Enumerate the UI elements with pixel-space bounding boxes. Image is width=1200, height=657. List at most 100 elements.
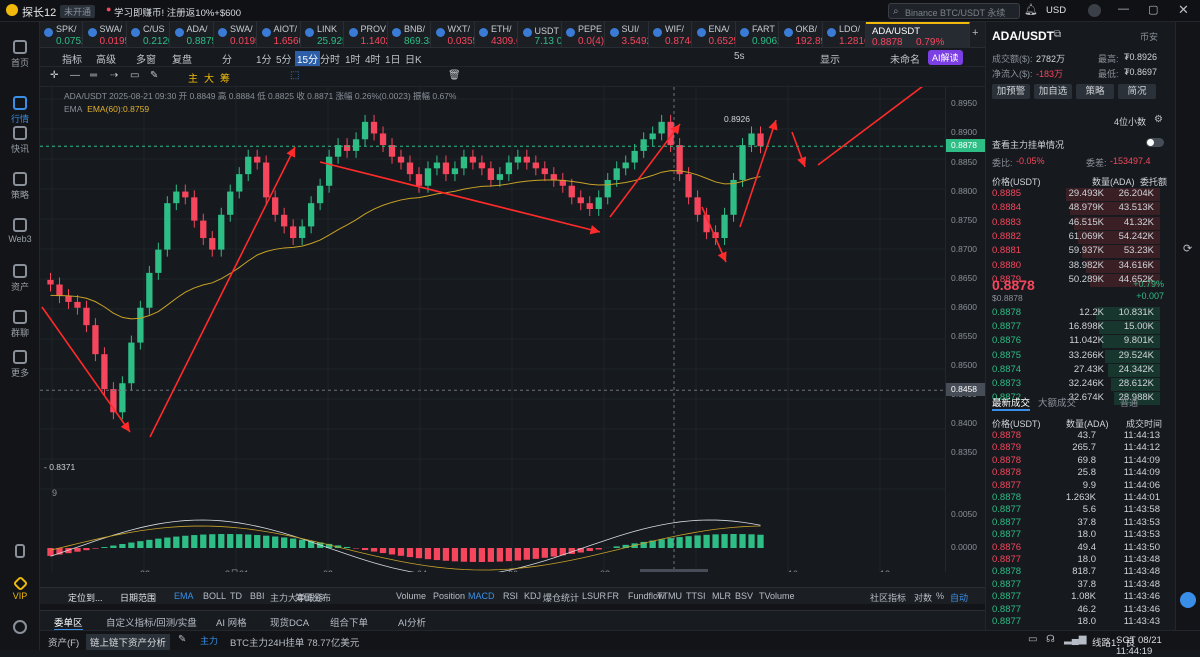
currency-select[interactable]: USD [1046,5,1066,16]
main-force-toggle[interactable] [1146,138,1164,147]
rectangle-icon[interactable]: ▭ [130,70,139,81]
orderbook-row[interactable]: 0.887611.042K9.801K [992,335,1154,348]
indicator-3[interactable]: BOLL [203,591,226,601]
strategy-button[interactable]: 策略 [1076,84,1114,99]
bottom-tab-4[interactable]: 组合下单 [330,615,368,629]
tf-15m[interactable]: 15分 [295,51,320,66]
trade-tab-latest[interactable]: 最新成交 [992,395,1030,411]
nav-market[interactable]: 行情 [0,96,40,125]
active-ticker[interactable]: ADA/USDT0.88780.79% [866,22,970,48]
nav-home[interactable]: 首页 [0,40,40,69]
indicator-4[interactable]: TD [230,591,242,601]
tf-5s[interactable]: 5s [734,51,745,62]
nav-phone[interactable] [0,544,40,560]
indicator-22[interactable]: 社区指标 [870,591,906,604]
indicator-14[interactable]: LSUR [582,591,606,601]
edit-icon[interactable]: ✎ [178,634,186,645]
add-alert-button[interactable]: 加预警 [992,84,1030,99]
indicator-button[interactable]: 指标 [62,51,82,66]
indicator-8[interactable]: Volume [396,591,426,601]
ticker-item[interactable]: USDT 场外7.13 0.00% [519,22,562,48]
select-icon[interactable]: ⬚ [290,70,299,81]
close-icon[interactable]: ✕ [1178,2,1189,18]
orderbook-row[interactable]: 0.888159.937K53.23K [992,245,1154,258]
ai-interpret-button[interactable]: AI解读 [928,50,963,65]
orderbook-row[interactable]: 0.887533.266K29.524K [992,350,1154,363]
indicator-24[interactable]: % [936,591,944,601]
maximize-icon[interactable]: ▢ [1148,3,1158,16]
indicator-0[interactable]: 定位到... [68,591,103,604]
tf-1h[interactable]: 1时 [345,51,361,66]
indicator-20[interactable]: BSV [735,591,753,601]
ray-icon[interactable]: ⇢ [110,70,118,81]
exchange-name[interactable]: 币安 [1140,30,1158,43]
orderbook-row[interactable]: 0.887812.2K10.831K [992,307,1154,320]
search-input[interactable]: ⌕ Binance BTC/USDT 永续 [888,3,1020,19]
indicator-23[interactable]: 对数 [914,591,932,604]
overview-button[interactable]: 简况 [1118,84,1156,99]
ticker-item[interactable]: WIF/0.8744 [649,22,692,48]
tf-5m[interactable]: 5分 [276,51,292,66]
promo-link[interactable]: 学习即赚币! 注册返10%+$600 [114,5,241,19]
nav-more[interactable]: 更多 [0,350,40,379]
orderbook-row[interactable]: 0.887716.898K15.00K [992,321,1154,334]
replay-button[interactable]: 复盘 [172,51,192,66]
tf-4h[interactable]: 4时 [365,51,381,66]
nav-strategy[interactable]: 策略 [0,172,40,201]
ticker-item[interactable]: SWA/0.01959 [84,22,127,48]
brush-icon[interactable]: ✎ [150,70,158,81]
indicator-18[interactable]: TTSI [686,591,706,601]
decimals-select[interactable]: 4位小数 [1114,115,1146,128]
ticker-item[interactable]: WXT/0.03551 [432,22,475,48]
indicator-1[interactable]: 日期范围 [120,591,156,604]
asset-label[interactable]: 资产(F) [48,635,79,649]
bottom-tab-3[interactable]: 现货DCA [270,615,309,629]
add-watchlist-button[interactable]: 加自选 [1034,84,1072,99]
ticker-item[interactable]: ADA/0.8875 [171,22,214,48]
indicator-17[interactable]: TTMU [657,591,682,601]
ticker-item[interactable]: PROV1.1402 [345,22,388,48]
orderbook-row[interactable]: 0.888261.069K54.242K [992,231,1154,244]
indicator-9[interactable]: Position [433,591,465,601]
bottom-tab-1[interactable]: 自定义指标/回测/实盘 [106,615,197,629]
screen-icon[interactable]: ▭ [1028,634,1037,645]
chart-svg[interactable]: 0.8926- 0.83719228月210204060810122025-08… [40,87,945,572]
large-order-button[interactable]: 大 [204,70,214,85]
price-scale[interactable]: 0.89500.89000.88500.88000.87500.87000.86… [945,87,985,572]
assistant-icon[interactable] [1180,592,1196,608]
orderbook-row[interactable]: 0.888529.493K26.204K [992,188,1154,201]
orderbook-row[interactable]: 0.888346.515K41.32K [992,217,1154,230]
indicator-12[interactable]: KDJ [524,591,541,601]
tf-1d[interactable]: 1日 [385,51,401,66]
bottom-tab-5[interactable]: AI分析 [398,615,426,629]
trade-filter-normal[interactable]: 普通 [1120,396,1138,409]
nav-assets[interactable]: 资产 [0,264,40,293]
copy-icon[interactable]: ⧉ [1054,29,1061,40]
crosshair-icon[interactable]: ✛ [50,70,58,81]
ticker-item[interactable]: OKB/192.89 [780,22,823,48]
bottom-tab-0[interactable]: 委单区 [54,615,83,631]
chip-button[interactable]: 筹 [220,70,230,85]
ticker-item[interactable]: LDO/1.2816 [823,22,866,48]
ticker-item[interactable]: ENA/0.6525 [693,22,736,48]
tf-1m[interactable]: 1分 [256,51,272,66]
trash-icon[interactable]: 🗑︎ [448,70,461,81]
advanced-button[interactable]: 高级 [96,51,116,66]
orderbook-row[interactable]: 0.888448.979K43.513K [992,202,1154,215]
orderbook-row[interactable]: 0.887332.246K28.612K [992,378,1154,391]
indicator-19[interactable]: MLR [712,591,731,601]
trade-tab-large[interactable]: 大额成交 [1038,395,1076,409]
main-chart-button[interactable]: 主 [188,70,198,85]
period-select[interactable]: 分 [222,51,232,66]
indicator-13[interactable]: 爆仓统计 [543,591,579,604]
layout-name[interactable]: 未命名 [890,51,920,66]
account-status[interactable]: 未开通 [60,5,95,18]
add-tab-icon[interactable]: + [972,27,978,39]
minus-icon[interactable]: — [70,70,80,81]
ticker-item[interactable]: SUI/3.5492 [606,22,649,48]
indicator-10[interactable]: MACD [468,591,495,601]
refresh-icon[interactable]: ⟳ [1183,242,1192,255]
indicator-15[interactable]: FR [607,591,619,601]
ticker-item[interactable]: C/US0.21209 [127,22,170,48]
bottom-tab-2[interactable]: AI 网格 [216,615,247,629]
